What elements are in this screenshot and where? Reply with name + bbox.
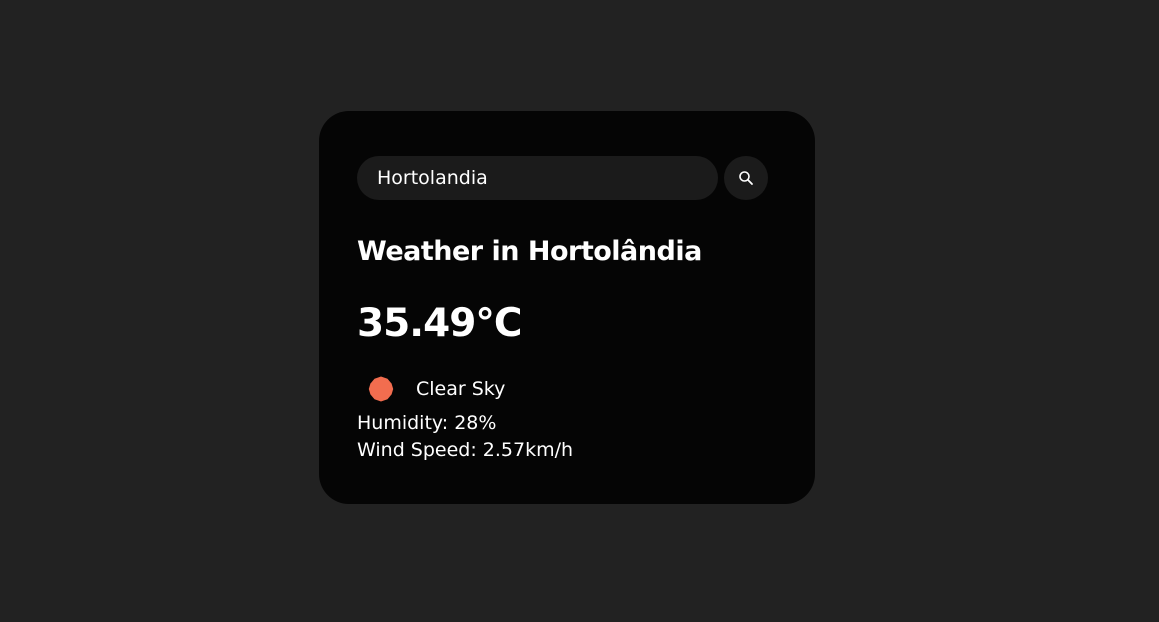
humidity-value: Humidity: 28%: [357, 412, 497, 434]
sun-icon-graphic: [368, 376, 394, 402]
temperature-value: 35.49°C: [357, 301, 522, 346]
page-background: Weather in Hortolândia 35.49°C Clear Sky…: [0, 0, 1159, 622]
search-bar: [357, 156, 777, 200]
weather-details: Humidity: 28% Wind Speed: 2.57km/h: [357, 410, 777, 464]
search-button[interactable]: [724, 156, 768, 200]
weather-condition: Clear Sky: [357, 372, 777, 406]
sun-icon: [364, 372, 398, 406]
search-icon: [739, 171, 753, 185]
weather-card: Weather in Hortolândia 35.49°C Clear Sky…: [319, 111, 815, 504]
condition-description: Clear Sky: [416, 378, 506, 400]
sun-icon-shape: [368, 376, 394, 402]
city-search-input[interactable]: [357, 156, 718, 200]
weather-location-title: Weather in Hortolândia: [357, 236, 702, 267]
wind-speed-value: Wind Speed: 2.57km/h: [357, 439, 574, 461]
